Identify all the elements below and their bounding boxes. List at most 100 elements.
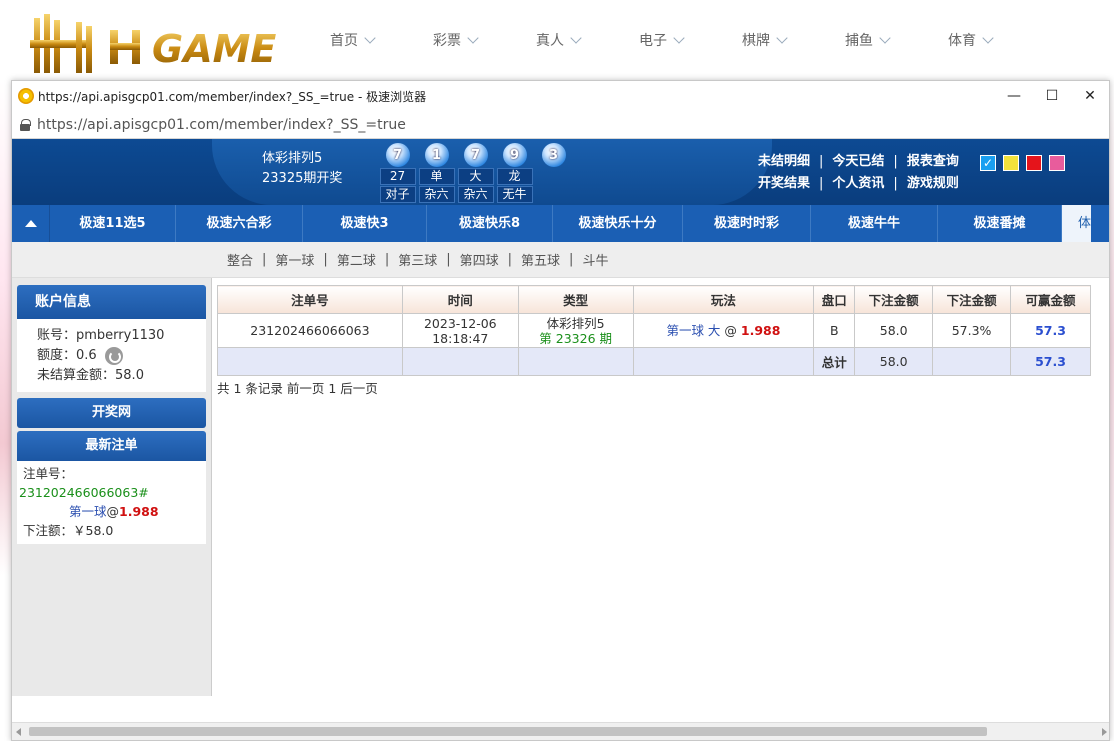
- svg-text:GAME: GAME: [152, 27, 276, 71]
- link-today-settled[interactable]: 今天已结: [832, 151, 884, 173]
- account-row: 账号：pmberry1130: [37, 326, 206, 346]
- lock-icon: [20, 118, 31, 131]
- site-nav-cards[interactable]: 棋牌: [742, 30, 845, 50]
- site-nav-sports[interactable]: 体育: [948, 30, 1051, 50]
- lottery-info: 体彩排列5 23325期开奖: [262, 149, 342, 189]
- theme-swatches: ✓: [980, 155, 1072, 171]
- stat-big-small: 大: [457, 168, 494, 185]
- account-value: pmberry1130: [76, 328, 165, 343]
- background-decoration-left: [0, 80, 11, 741]
- refresh-icon[interactable]: [104, 346, 123, 365]
- site-nav-live[interactable]: 真人: [536, 30, 639, 50]
- scroll-left-icon[interactable]: [16, 728, 21, 736]
- tab-jisu-mark-six[interactable]: 极速六合彩: [176, 205, 303, 242]
- separator: |: [569, 252, 574, 267]
- tab-jisu-fantan[interactable]: 极速番摊: [938, 205, 1062, 242]
- subnav-ball-1[interactable]: 第一球: [275, 250, 314, 269]
- stat-pattern: 对子: [379, 186, 416, 203]
- subnav-ball-4[interactable]: 第四球: [460, 250, 499, 269]
- scroll-thumb[interactable]: [29, 727, 987, 736]
- game-nav: 极速11选5 极速六合彩 极速快3 极速快乐8 极速快乐十分 极速时时彩 极速牛…: [12, 205, 1109, 242]
- orders-panel: 注单号 时间 类型 玩法 盘口 下注金额 下注金额 可赢金额 231202466…: [217, 285, 1093, 397]
- quota-value: 0.6: [76, 348, 97, 363]
- table-row: 231202466066063 2023-12-06 18:18:47 体彩排列5…: [217, 313, 1091, 348]
- recent-amount-label: 下注额：: [23, 523, 74, 538]
- tab-jisu-ssc[interactable]: 极速时时彩: [683, 205, 811, 242]
- separator: |: [893, 154, 898, 169]
- tab-jisu-k3[interactable]: 极速快3: [303, 205, 427, 242]
- order-period: 第 23326 期: [539, 330, 613, 346]
- separator: |: [819, 154, 824, 169]
- separator: |: [507, 252, 513, 267]
- link-reports[interactable]: 报表查询: [907, 151, 959, 173]
- cell-rebate: 57.3%: [932, 313, 1012, 348]
- subnav-ball-2[interactable]: 第二球: [337, 250, 376, 269]
- tab-jisu-kl8[interactable]: 极速快乐8: [427, 205, 553, 242]
- col-pan: 盘口: [813, 285, 856, 314]
- recent-play: 第一球: [69, 504, 107, 519]
- subnav-ball-3[interactable]: 第三球: [398, 250, 437, 269]
- draw-site-button[interactable]: 开奖网: [17, 398, 206, 428]
- account-info-header: 账户信息: [17, 285, 206, 319]
- site-nav: 首页 彩票 真人 电子 棋牌 捕鱼 体育: [330, 30, 1051, 50]
- recent-amount: ￥58.0: [73, 523, 114, 538]
- separator: |: [446, 252, 451, 267]
- total-empty: [217, 347, 403, 376]
- minimize-button[interactable]: —: [995, 81, 1033, 111]
- subnav-integrated[interactable]: 整合: [227, 250, 253, 269]
- stat-pattern: 杂六: [418, 186, 455, 203]
- link-rules[interactable]: 游戏规则: [907, 173, 959, 195]
- site-nav-home[interactable]: 首页: [330, 30, 433, 50]
- subnav-ball-5[interactable]: 第五球: [521, 250, 560, 269]
- theme-swatch-pink[interactable]: [1049, 155, 1065, 171]
- tab-jisu-klsf[interactable]: 极速快乐十分: [553, 205, 683, 242]
- scroll-right-icon[interactable]: [1102, 728, 1107, 736]
- hh-game-logo[interactable]: GAME: [20, 8, 290, 78]
- order-time: 18:18:47: [432, 330, 489, 346]
- draw-period: 23325期开奖: [262, 171, 343, 186]
- link-unsettled[interactable]: 未结明细: [758, 151, 810, 173]
- pagination[interactable]: 共 1 条记录 前一页 1 后一页: [217, 378, 1093, 397]
- latest-orders-header[interactable]: 最新注单: [17, 431, 206, 461]
- subnav-douniu[interactable]: 斗牛: [582, 250, 608, 269]
- col-time: 时间: [401, 285, 519, 314]
- quota-row: 额度：0.6: [37, 346, 206, 366]
- cell-play: 第一球 大 @ 1.988: [632, 313, 815, 348]
- total-empty: [932, 347, 1012, 376]
- col-amount: 下注金额: [854, 285, 934, 314]
- ball-column-5: 3: [534, 143, 573, 203]
- theme-swatch-blue[interactable]: ✓: [980, 155, 996, 171]
- address-bar[interactable]: https://api.apisgcp01.com/member/index?_…: [12, 111, 1109, 139]
- order-odds: 1.988: [740, 323, 781, 338]
- total-empty: [401, 347, 519, 376]
- address-url[interactable]: https://api.apisgcp01.com/member/index?_…: [37, 117, 406, 133]
- browser-window: https://api.apisgcp01.com/member/index?_…: [11, 80, 1110, 741]
- chevron-down-icon: [879, 32, 891, 44]
- nav-collapse-button[interactable]: [12, 205, 50, 242]
- close-button[interactable]: ✕: [1071, 81, 1109, 111]
- site-nav-fishing[interactable]: 捕鱼: [845, 30, 948, 50]
- window-titlebar[interactable]: https://api.apisgcp01.com/member/index?_…: [12, 81, 1109, 111]
- site-nav-lottery[interactable]: 彩票: [433, 30, 536, 50]
- site-nav-slots[interactable]: 电子: [639, 30, 742, 50]
- chevron-down-icon: [467, 32, 479, 44]
- recent-amount-row: 下注额：￥58.0: [19, 521, 206, 540]
- theme-swatch-yellow[interactable]: [1003, 155, 1019, 171]
- total-amount: 58.0: [854, 347, 934, 376]
- window-controls: — ☐ ✕: [995, 81, 1109, 111]
- total-label: 总计: [813, 347, 856, 376]
- account-info: 账号：pmberry1130 额度：0.6 未结算金额：58.0: [17, 319, 206, 392]
- maximize-button[interactable]: ☐: [1033, 81, 1071, 111]
- link-profile[interactable]: 个人资讯: [832, 173, 884, 195]
- theme-swatch-red[interactable]: [1026, 155, 1042, 171]
- horizontal-scrollbar[interactable]: [12, 722, 1109, 740]
- window-title: https://api.apisgcp01.com/member/index?_…: [38, 89, 427, 104]
- cell-type: 体彩排列5 第 23326 期: [517, 313, 634, 348]
- tab-jisu-niuniu[interactable]: 极速牛牛: [811, 205, 938, 242]
- unsettled-label: 未结算金额：: [37, 368, 116, 383]
- tab-ticai-pl5[interactable]: 体彩排: [1062, 205, 1091, 242]
- browser-logo-icon: [18, 88, 34, 104]
- lottery-header: 体彩排列5 23325期开奖 7 27 对子 1 单 杂六 7 大 杂六 9 龙: [12, 139, 1109, 205]
- link-draw-results[interactable]: 开奖结果: [758, 173, 810, 195]
- tab-jisu-11x5[interactable]: 极速11选5: [50, 205, 176, 242]
